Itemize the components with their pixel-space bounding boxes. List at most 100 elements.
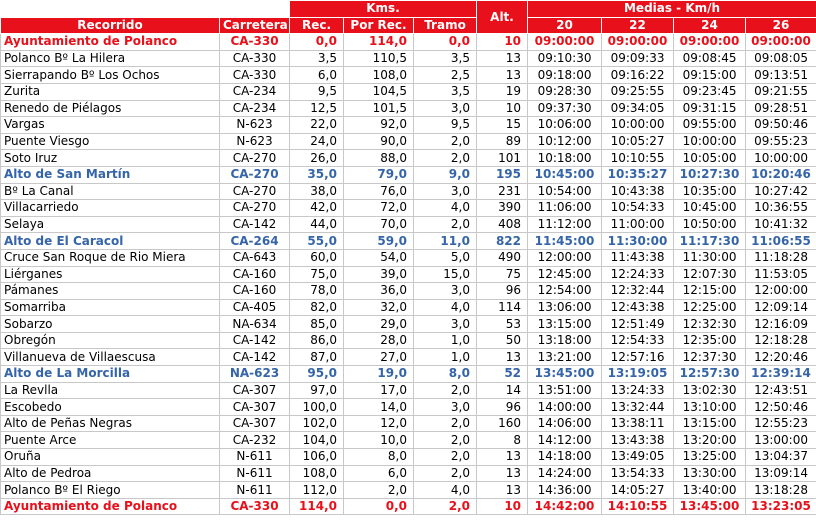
cell-rec: 6,0 xyxy=(289,66,344,84)
cell-time-22: 10:05:27 xyxy=(601,132,675,151)
cell-alt: 10 xyxy=(476,99,529,118)
cell-carretera: CA-307 xyxy=(219,398,290,416)
cell-alt: 390 xyxy=(476,199,529,217)
cell-por-rec: 76,0 xyxy=(343,182,414,201)
cell-tramo: 5,0 xyxy=(412,248,478,267)
cell-carretera: CA-405 xyxy=(219,298,290,317)
cell-time-26: 10:20:46 xyxy=(745,165,816,184)
cell-time-22: 10:54:33 xyxy=(601,199,675,217)
table-row: Escobedo CA-307 100,0 14,0 3,0 96 14:00:00 13:3… xyxy=(0,398,816,416)
cell-recorrido: Somarriba xyxy=(0,298,220,317)
cell-alt: 101 xyxy=(476,149,529,167)
cell-recorrido: Selaya xyxy=(0,215,220,234)
cell-alt: 408 xyxy=(476,215,529,234)
cell-alt: 10 xyxy=(476,33,529,51)
cell-tramo: 2,0 xyxy=(412,414,478,433)
cell-time-20: 11:06:00 xyxy=(527,199,603,217)
cell-alt: 52 xyxy=(476,365,529,383)
cell-carretera: NA-634 xyxy=(219,315,290,333)
cell-time-22: 11:43:38 xyxy=(601,248,675,267)
cell-time-26: 11:06:55 xyxy=(745,232,816,250)
cell-carretera: NA-623 xyxy=(219,365,290,383)
cell-time-26: 09:08:05 xyxy=(745,49,816,68)
table-row: Cruce San Roque de Rio Miera CA-643 60,0 54… xyxy=(0,248,816,267)
cell-time-26: 09:21:55 xyxy=(745,82,816,101)
cell-time-20: 13:45:00 xyxy=(527,365,603,383)
cell-time-24: 13:20:00 xyxy=(673,431,747,450)
cell-time-26: 12:50:46 xyxy=(745,398,816,416)
cell-rec: 87,0 xyxy=(289,348,344,367)
cell-time-20: 12:54:00 xyxy=(527,282,603,300)
cell-time-24: 10:50:00 xyxy=(673,215,747,234)
cell-time-26: 10:41:32 xyxy=(745,215,816,234)
cell-time-20: 14:00:00 xyxy=(527,398,603,416)
cell-time-24: 12:57:30 xyxy=(673,365,747,383)
cell-carretera: CA-643 xyxy=(219,248,290,267)
cell-recorrido: Obregón xyxy=(0,331,220,350)
cell-por-rec: 6,0 xyxy=(343,464,414,483)
cell-time-24: 09:00:00 xyxy=(673,33,747,51)
cell-por-rec: 70,0 xyxy=(343,215,414,234)
cell-recorrido: Soto Iruz xyxy=(0,149,220,167)
cell-time-22: 09:00:00 xyxy=(601,33,675,51)
cell-rec: 102,0 xyxy=(289,414,344,433)
cell-tramo: 2,0 xyxy=(412,464,478,483)
cell-time-20: 14:24:00 xyxy=(527,464,603,483)
cell-time-24: 11:30:00 xyxy=(673,248,747,267)
cell-recorrido: Alto de Peñas Negras xyxy=(0,414,220,433)
cell-carretera: CA-330 xyxy=(219,497,290,516)
cell-time-26: 09:55:23 xyxy=(745,132,816,151)
cell-time-26: 09:00:00 xyxy=(745,33,816,51)
cell-time-22: 12:54:33 xyxy=(601,331,675,350)
cell-time-24: 10:27:30 xyxy=(673,165,747,184)
cell-recorrido: Cruce San Roque de Rio Miera xyxy=(0,248,220,267)
cell-tramo: 2,0 xyxy=(412,448,478,466)
cell-time-20: 10:06:00 xyxy=(527,116,603,134)
header-blank xyxy=(0,0,290,18)
cell-recorrido: Sobarzo xyxy=(0,315,220,333)
header-carretera: Carretera xyxy=(219,16,290,35)
header-medias: Medias - Km/h xyxy=(527,0,816,18)
cell-time-26: 13:23:05 xyxy=(745,497,816,516)
cell-carretera: CA-142 xyxy=(219,215,290,234)
cell-time-22: 13:32:44 xyxy=(601,398,675,416)
cell-tramo: 2,0 xyxy=(412,497,478,516)
cell-time-20: 11:45:00 xyxy=(527,232,603,250)
table-row: Renedo de Piélagos CA-234 12,5 101,5 3,0 10 09… xyxy=(0,99,816,118)
table-row: Sierrapando Bº Los Ochos CA-330 6,0 108,0 2,… xyxy=(0,66,816,84)
cell-time-20: 09:10:30 xyxy=(527,49,603,68)
cell-time-20: 10:45:00 xyxy=(527,165,603,184)
cell-alt: 96 xyxy=(476,398,529,416)
cell-recorrido: Alto de La Morcilla xyxy=(0,365,220,383)
cell-carretera: CA-160 xyxy=(219,282,290,300)
header-column-row: Recorrido Carretera Rec. Por Rec. Tramo … xyxy=(0,16,816,35)
cell-time-24: 13:45:00 xyxy=(673,497,747,516)
cell-alt: 15 xyxy=(476,116,529,134)
cell-time-26: 09:50:46 xyxy=(745,116,816,134)
table-row: Ayuntamiento de Polanco CA-330 114,0 0,0 2,0… xyxy=(0,497,816,516)
cell-time-26: 12:43:51 xyxy=(745,381,816,400)
cell-time-22: 10:43:38 xyxy=(601,182,675,201)
cell-time-20: 13:15:00 xyxy=(527,315,603,333)
cell-tramo: 2,5 xyxy=(412,66,478,84)
table-row: Alto de Peñas Negras CA-307 102,0 12,0 2,0 16… xyxy=(0,414,816,433)
cell-alt: 8 xyxy=(476,431,529,450)
cell-time-20: 14:06:00 xyxy=(527,414,603,433)
cell-carretera: CA-330 xyxy=(219,66,290,84)
cell-tramo: 11,0 xyxy=(412,232,478,250)
cell-tramo: 4,0 xyxy=(412,298,478,317)
cell-carretera: CA-234 xyxy=(219,99,290,118)
cell-recorrido: Renedo de Piélagos xyxy=(0,99,220,118)
header-alt: Alt. xyxy=(476,0,529,35)
table-row: Polanco Bº La Hilera CA-330 3,5 110,5 3,5 13 0… xyxy=(0,49,816,68)
cell-recorrido: Puente Arce xyxy=(0,431,220,450)
cell-carretera: CA-264 xyxy=(219,232,290,250)
table-row: Vargas N-623 22,0 92,0 9,5 15 10:06:00 10:00:00… xyxy=(0,116,816,134)
cell-time-22: 13:19:05 xyxy=(601,365,675,383)
cell-time-22: 10:10:55 xyxy=(601,149,675,167)
cell-tramo: 3,0 xyxy=(412,282,478,300)
cell-rec: 106,0 xyxy=(289,448,344,466)
cell-por-rec: 114,0 xyxy=(343,33,414,51)
table-row: Selaya CA-142 44,0 70,0 2,0 408 11:12:00 11:00:… xyxy=(0,215,816,234)
cell-time-24: 12:35:00 xyxy=(673,331,747,350)
